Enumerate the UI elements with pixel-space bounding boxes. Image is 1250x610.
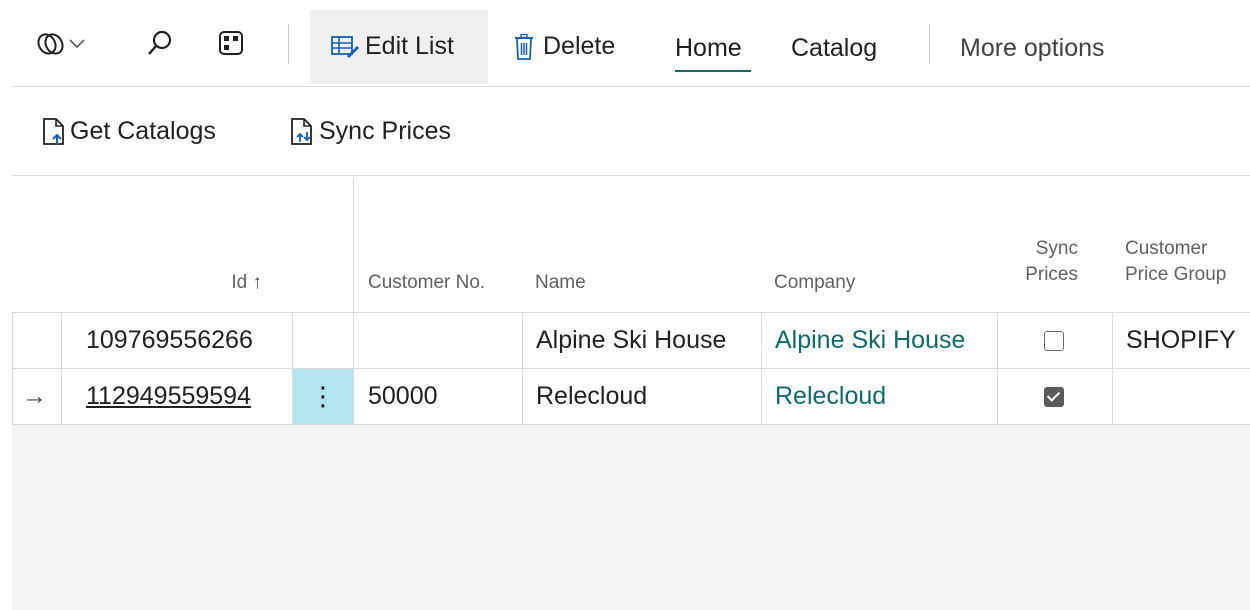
grid-left-border <box>12 312 13 425</box>
cell-name-text: Relecloud <box>536 382 648 410</box>
copilot-menu-button[interactable] <box>36 30 86 58</box>
tab-catalog-label: Catalog <box>791 34 878 62</box>
toolbar-separator <box>288 24 289 64</box>
tab-catalog[interactable]: Catalog <box>791 34 877 63</box>
edit-list-label: Edit List <box>365 32 454 60</box>
get-catalogs-button[interactable]: Get Catalogs <box>42 117 216 146</box>
trash-icon <box>514 33 534 60</box>
sort-ascending-icon: ↑ <box>252 272 263 293</box>
sync-prices-button[interactable]: Sync Prices <box>290 117 451 146</box>
tab-home-label: Home <box>675 34 742 62</box>
search-button[interactable] <box>145 28 175 58</box>
column-header-company[interactable]: Company <box>774 270 855 296</box>
column-header-customer-price-group[interactable]: Customer Price Group <box>1125 236 1226 288</box>
cell-price-group: SHOPIFY <box>1126 313 1236 368</box>
column-header-sync-prices[interactable]: Sync Prices <box>998 236 1078 288</box>
column-header-id[interactable]: Id ↑ <box>12 270 262 296</box>
chevron-down-icon <box>68 38 86 50</box>
delete-label: Delete <box>543 32 616 60</box>
column-header-id-label: Id <box>231 272 248 293</box>
col-divider <box>61 312 62 425</box>
cell-sync-prices[interactable] <box>1044 369 1064 424</box>
column-header-sync-prices-line1: Sync <box>1035 238 1078 259</box>
cell-company-text: Alpine Ski House <box>775 326 966 354</box>
cell-name-text: Alpine Ski House <box>536 326 727 354</box>
show-details-button[interactable] <box>218 30 244 56</box>
cell-price-group-text: SHOPIFY <box>1126 326 1236 354</box>
toolbar-separator-2 <box>929 24 930 64</box>
more-options-label: More options <box>960 34 1105 62</box>
catalog-list: Id ↑ Customer No. Name Company Sync Pric… <box>12 178 1250 610</box>
cell-name: Relecloud <box>536 369 647 424</box>
col-divider <box>761 312 762 425</box>
row-divider <box>12 424 1250 425</box>
cell-customer-no-text: 50000 <box>368 382 438 410</box>
row-actions-menu-button[interactable]: ⋮ <box>293 369 353 424</box>
cell-customer-no[interactable]: 50000 <box>368 369 438 424</box>
more-options-button[interactable]: More options <box>960 34 1105 63</box>
column-header-customer-no-label: Customer No. <box>368 272 486 293</box>
action-bar-divider <box>12 175 1250 176</box>
tab-home-underline <box>675 70 751 72</box>
cell-id-link[interactable]: 112949559594 <box>86 369 251 424</box>
cell-id[interactable]: 109769556266 <box>86 313 253 368</box>
sync-prices-checkbox-checked[interactable] <box>1044 386 1064 407</box>
col-divider <box>1112 312 1113 425</box>
cell-sync-prices[interactable] <box>1044 313 1064 368</box>
cell-name: Alpine Ski House <box>536 313 726 368</box>
col-divider <box>997 312 998 425</box>
column-header-sync-prices-line2: Prices <box>1025 264 1078 285</box>
arrow-right-icon: → <box>22 382 47 410</box>
get-document-icon <box>42 117 66 146</box>
copilot-icon <box>36 30 66 58</box>
search-icon <box>145 28 175 58</box>
sync-prices-label: Sync Prices <box>319 117 451 145</box>
cell-company-link[interactable]: Alpine Ski House <box>775 313 965 368</box>
cell-id-text: 112949559594 <box>86 382 251 410</box>
more-vertical-icon: ⋮ <box>310 381 336 411</box>
column-header-customer-price-group-line2: Price Group <box>1125 264 1227 285</box>
sync-document-icon <box>290 117 316 146</box>
edit-list-icon <box>331 35 359 59</box>
column-header-customer-no[interactable]: Customer No. <box>368 270 485 296</box>
current-row-indicator: → <box>22 369 47 424</box>
command-bar: Edit List Delete Home Catalog More optio… <box>0 0 1250 86</box>
cell-id-text: 109769556266 <box>86 326 253 354</box>
column-header-name-label: Name <box>535 272 586 293</box>
details-pane-icon <box>218 30 244 56</box>
delete-button[interactable]: Delete <box>514 32 615 61</box>
cell-company-link[interactable]: Relecloud <box>775 369 886 424</box>
get-catalogs-label: Get Catalogs <box>70 117 216 145</box>
column-header-customer-price-group-line1: Customer <box>1125 238 1208 259</box>
freeze-column-divider <box>353 178 354 425</box>
column-header-company-label: Company <box>774 272 856 293</box>
sync-prices-checkbox[interactable] <box>1044 330 1064 351</box>
cell-company-text: Relecloud <box>775 382 887 410</box>
col-divider <box>522 312 523 425</box>
tab-home[interactable]: Home <box>675 34 742 63</box>
edit-list-button[interactable]: Edit List <box>331 32 454 61</box>
toolbar-divider <box>12 86 1250 87</box>
column-header-name[interactable]: Name <box>535 270 586 296</box>
